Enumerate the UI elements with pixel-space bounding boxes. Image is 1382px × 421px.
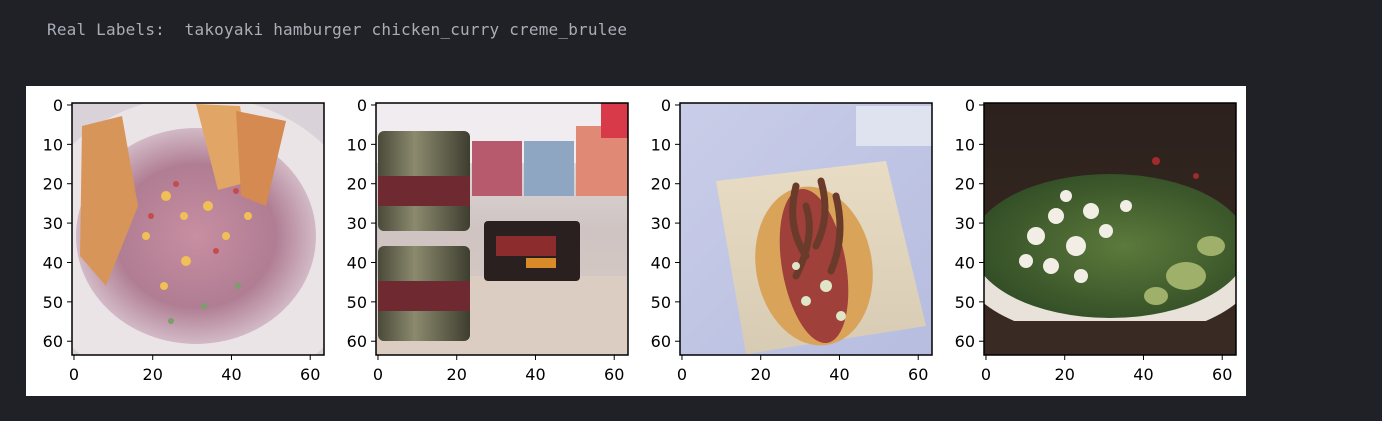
y-tick-label: 20 bbox=[955, 175, 975, 194]
x-tick-label: 20 bbox=[1055, 365, 1075, 384]
real-label-0: takoyaki bbox=[184, 20, 264, 39]
y-tick-label: 60 bbox=[347, 332, 367, 351]
y-tick-label: 50 bbox=[955, 293, 975, 312]
y-tick-label: 60 bbox=[651, 332, 671, 351]
x-tick-label: 20 bbox=[447, 365, 467, 384]
y-tick-label: 50 bbox=[347, 293, 367, 312]
real-label-1: hamburger bbox=[273, 20, 362, 39]
real-labels-prefix: Real Labels: bbox=[47, 20, 165, 39]
y-tick-label: 10 bbox=[43, 135, 63, 154]
y-tick-label: 0 bbox=[661, 96, 671, 115]
y-tick-label: 10 bbox=[347, 135, 367, 154]
y-tick-label: 10 bbox=[651, 135, 671, 154]
y-tick-label: 30 bbox=[955, 214, 975, 233]
x-tick-label: 0 bbox=[69, 365, 79, 384]
y-tick-label: 30 bbox=[43, 214, 63, 233]
y-tick-label: 0 bbox=[53, 96, 63, 115]
y-tick-label: 60 bbox=[955, 332, 975, 351]
food-image-2 bbox=[680, 103, 932, 355]
x-tick-label: 0 bbox=[677, 365, 687, 384]
x-tick-label: 0 bbox=[981, 365, 991, 384]
x-tick-label: 60 bbox=[1212, 365, 1232, 384]
y-tick-label: 0 bbox=[965, 96, 975, 115]
x-tick-label: 20 bbox=[751, 365, 771, 384]
x-tick-label: 60 bbox=[300, 365, 320, 384]
x-tick-label: 40 bbox=[221, 365, 241, 384]
y-tick-label: 20 bbox=[43, 175, 63, 194]
x-tick-label: 60 bbox=[604, 365, 624, 384]
y-tick-label: 20 bbox=[347, 175, 367, 194]
matplotlib-figure: 0 20 40 60 0 10 20 30 40 50 60 0 20 40 60 0 10 20 30 40 50 60… bbox=[26, 86, 1246, 396]
x-tick-label: 40 bbox=[829, 365, 849, 384]
x-tick-label: 40 bbox=[1133, 365, 1153, 384]
y-tick-label: 40 bbox=[347, 253, 367, 272]
y-tick-label: 50 bbox=[43, 293, 63, 312]
y-tick-label: 30 bbox=[651, 214, 671, 233]
figure-canvas: 0 20 40 60 0 10 20 30 40 50 60 0 20 40 60 0 10 20 30 40 50 60… bbox=[43, 96, 1237, 384]
real-label-3: creme_brulee bbox=[509, 20, 628, 39]
y-tick-label: 40 bbox=[955, 253, 975, 272]
food-image-3 bbox=[984, 103, 1236, 355]
y-tick-label: 30 bbox=[347, 214, 367, 233]
y-tick-label: 40 bbox=[43, 253, 63, 272]
y-tick-label: 60 bbox=[43, 332, 63, 351]
real-label-2: chicken_curry bbox=[371, 20, 500, 39]
cell-output-text: Real Labels: takoyaki hamburger chicken_… bbox=[47, 19, 627, 41]
x-tick-label: 0 bbox=[373, 365, 383, 384]
y-tick-label: 20 bbox=[651, 175, 671, 194]
x-tick-label: 60 bbox=[908, 365, 928, 384]
y-tick-label: 0 bbox=[357, 96, 367, 115]
y-tick-label: 50 bbox=[651, 293, 671, 312]
food-image-0 bbox=[72, 103, 324, 355]
x-tick-label: 40 bbox=[525, 365, 545, 384]
y-tick-label: 40 bbox=[651, 253, 671, 272]
x-tick-label: 20 bbox=[143, 365, 163, 384]
y-tick-label: 10 bbox=[955, 135, 975, 154]
food-image-1 bbox=[376, 103, 628, 355]
